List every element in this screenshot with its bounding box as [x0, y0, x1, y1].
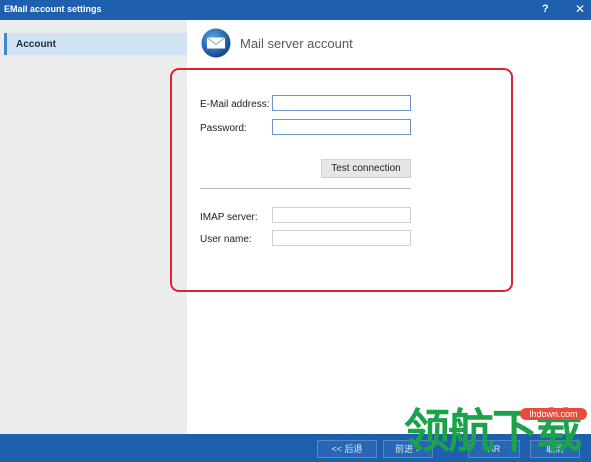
title-bar: EMail account settings ? ✕ [0, 0, 591, 20]
window-title: EMail account settings [4, 4, 102, 14]
sidebar-item-label: Account [16, 39, 56, 50]
divider [200, 188, 411, 189]
imap-server-field[interactable] [272, 207, 411, 223]
imap-server-label: IMAP server: [200, 212, 258, 223]
close-button[interactable]: ✕ [575, 2, 585, 16]
help-button[interactable]: ? [542, 3, 549, 15]
page-title: Mail server account [240, 36, 353, 51]
sidebar: Account [0, 20, 187, 434]
back-button[interactable]: << 后退 [317, 440, 377, 458]
user-name-label: User name: [200, 234, 252, 245]
password-field[interactable] [272, 119, 411, 135]
email-field[interactable] [272, 95, 411, 111]
user-name-field[interactable] [272, 230, 411, 246]
password-label: Password: [200, 123, 247, 134]
watermark-domain: lhdown.com [520, 408, 587, 420]
sidebar-item-account[interactable]: Account [4, 33, 187, 55]
mail-envelope-icon [201, 28, 231, 58]
email-label: E-Mail address: [200, 99, 270, 110]
test-connection-button[interactable]: Test connection [321, 159, 411, 178]
